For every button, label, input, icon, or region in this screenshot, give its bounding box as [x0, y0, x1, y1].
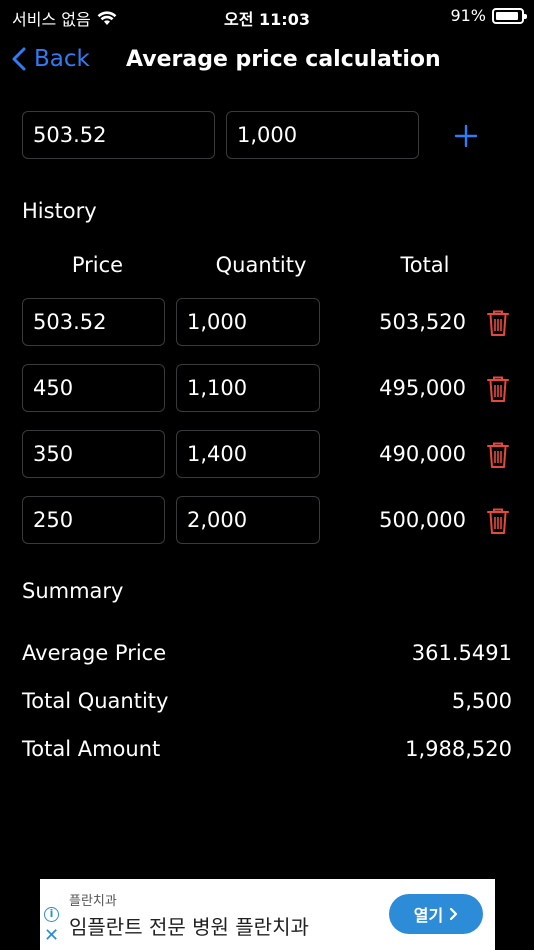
row-total: 490,000 [379, 442, 466, 466]
total-quantity-value: 5,500 [451, 689, 512, 713]
total-quantity-label: Total Quantity [22, 689, 169, 713]
row-total: 500,000 [379, 508, 466, 532]
row-quantity-input[interactable]: 1,000 [176, 298, 320, 346]
history-heading: History [22, 199, 97, 223]
trash-icon[interactable] [486, 507, 510, 535]
trash-icon[interactable] [486, 309, 510, 337]
ad-open-label: 열기 [413, 906, 444, 925]
battery-icon [492, 7, 527, 24]
battery-level [496, 11, 518, 20]
column-header-total: Total [400, 253, 450, 277]
status-bar: 서비스 없음 오전 11:03 91% [0, 0, 534, 32]
plus-icon[interactable] [452, 122, 480, 150]
row-quantity-input[interactable]: 1,400 [176, 430, 320, 478]
battery-percent: 91% [450, 6, 486, 25]
total-amount-value: 1,988,520 [405, 737, 512, 761]
ad-headline: 임플란트 전문 병원 플란치과 [69, 915, 309, 939]
ad-sponsor: 플란치과 [69, 894, 117, 909]
total-amount-label: Total Amount [22, 737, 161, 761]
trash-icon[interactable] [486, 441, 510, 469]
summary-heading: Summary [22, 579, 124, 603]
ad-open-button[interactable]: 열기 [389, 894, 483, 934]
close-icon[interactable]: ✕ [44, 927, 59, 945]
page-title: Average price calculation [126, 47, 441, 72]
row-price-input[interactable]: 250 [22, 496, 165, 544]
column-header-price: Price [71, 253, 124, 277]
price-input[interactable]: 503.52 [22, 111, 215, 159]
nav-bar: Back Average price calculation [0, 40, 534, 84]
chevron-right-icon [450, 907, 458, 921]
row-price-input[interactable]: 450 [22, 364, 165, 412]
back-button[interactable]: Back [12, 46, 90, 72]
average-price-value: 361.5491 [411, 641, 512, 665]
row-quantity-input[interactable]: 2,000 [176, 496, 320, 544]
info-icon[interactable]: i [44, 907, 59, 922]
average-price-label: Average Price [22, 641, 167, 665]
column-header-quantity: Quantity [215, 253, 307, 277]
trash-icon[interactable] [486, 375, 510, 403]
battery-group: 91% [450, 6, 527, 25]
quantity-input[interactable]: 1,000 [226, 111, 419, 159]
ad-banner[interactable]: i ✕ 플란치과 임플란트 전문 병원 플란치과 열기 [40, 879, 495, 950]
row-price-input[interactable]: 350 [22, 430, 165, 478]
row-quantity-input[interactable]: 1,100 [176, 364, 320, 412]
row-total: 495,000 [379, 376, 466, 400]
row-price-input[interactable]: 503.52 [22, 298, 165, 346]
back-label: Back [34, 46, 90, 72]
row-total: 503,520 [379, 310, 466, 334]
chevron-left-icon [12, 47, 26, 71]
